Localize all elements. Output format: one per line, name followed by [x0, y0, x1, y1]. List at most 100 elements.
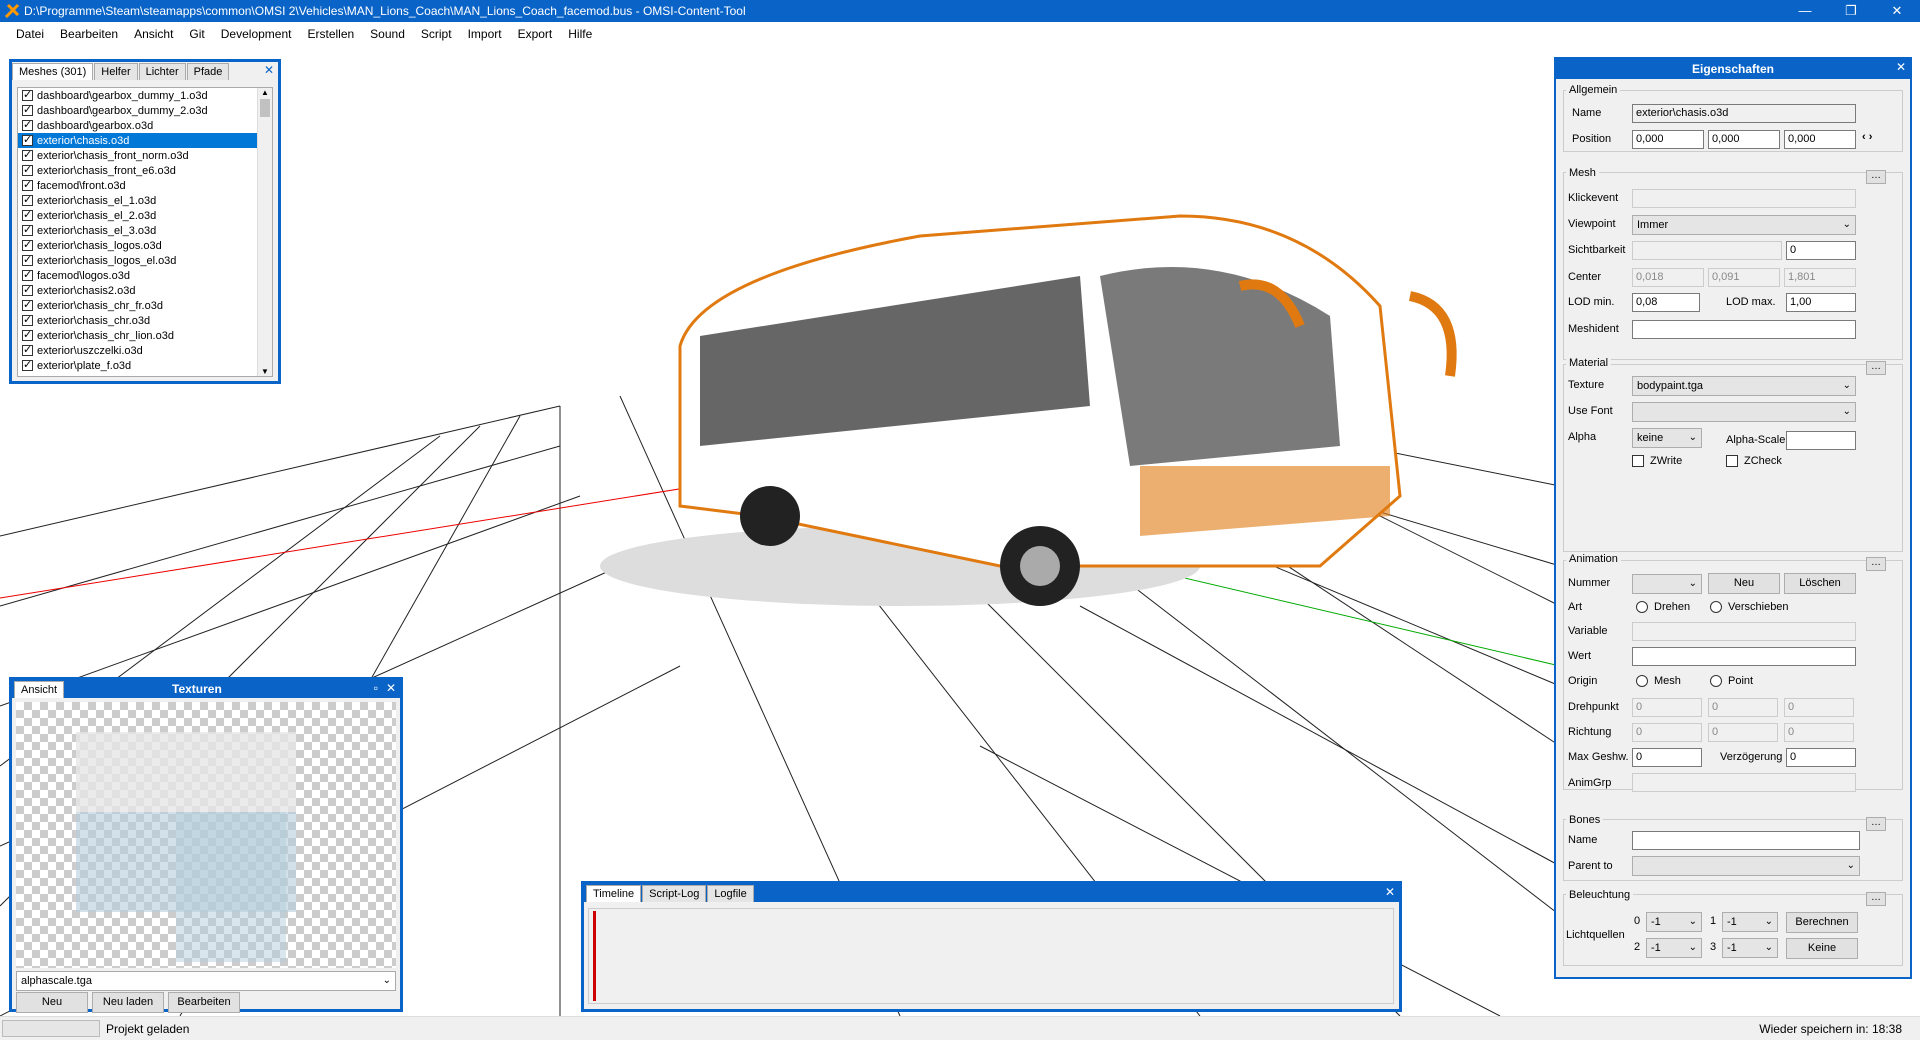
menu-bearbeiten[interactable]: Bearbeiten — [60, 27, 118, 41]
collapse-button[interactable]: … — [1866, 361, 1886, 375]
mesh-visible-checkbox[interactable] — [22, 328, 33, 341]
close-icon[interactable]: ✕ — [386, 681, 396, 695]
menu-erstellen[interactable]: Erstellen — [307, 27, 354, 41]
viewpoint-select[interactable]: Immer ⌄ — [1632, 215, 1856, 235]
close-icon[interactable]: ✕ — [264, 63, 274, 77]
klickevent-field[interactable] — [1632, 189, 1856, 208]
tab-helfer[interactable]: Helfer — [94, 62, 138, 80]
list-item[interactable]: exterior\chasis_el_1.o3d — [18, 193, 272, 208]
mesh-list[interactable]: dashboard\gearbox_dummy_1.o3d dashboard\g… — [17, 87, 273, 377]
keine-button[interactable]: Keine — [1786, 938, 1858, 959]
origin-mesh-radio[interactable] — [1636, 675, 1648, 687]
list-item[interactable]: dashboard\gearbox.o3d — [18, 118, 272, 133]
tab-timeline[interactable]: Timeline — [586, 884, 642, 902]
mesh-visible-checkbox[interactable] — [22, 133, 33, 146]
maximize-button[interactable]: ❐ — [1828, 0, 1874, 22]
menu-datei[interactable]: Datei — [16, 27, 44, 41]
mesh-visible-checkbox[interactable] — [22, 208, 33, 221]
tab-script-log[interactable]: Script-Log — [642, 884, 707, 902]
lod-min-field[interactable]: 0,08 — [1632, 293, 1700, 312]
tab-pfade[interactable]: Pfade — [186, 62, 230, 80]
bones-name-field[interactable] — [1632, 831, 1860, 850]
mesh-visible-checkbox[interactable] — [22, 178, 33, 191]
wert-field[interactable] — [1632, 647, 1856, 666]
mesh-visible-checkbox[interactable] — [22, 118, 33, 131]
sichtbarkeit-value[interactable]: 0 — [1786, 241, 1856, 260]
mesh-visible-checkbox[interactable] — [22, 283, 33, 296]
list-item[interactable]: exterior\chasis.o3d — [18, 133, 272, 148]
texture-select[interactable]: alphascale.tga ⌄ — [16, 971, 396, 991]
edit-button[interactable]: Bearbeiten — [168, 992, 240, 1013]
list-item[interactable]: exterior\chasis_front_norm.o3d — [18, 148, 272, 163]
tab-ansicht[interactable]: Ansicht — [14, 680, 65, 698]
position-y-field[interactable]: 0,000 — [1708, 130, 1780, 149]
menu-script[interactable]: Script — [421, 27, 452, 41]
list-item[interactable]: exterior\chasis_el_2.o3d — [18, 208, 272, 223]
list-item[interactable]: dashboard\gearbox_dummy_1.o3d — [18, 88, 272, 103]
name-field[interactable]: exterior\chasis.o3d — [1632, 104, 1856, 123]
position-z-field[interactable]: 0,000 — [1784, 130, 1856, 149]
mesh-visible-checkbox[interactable] — [22, 268, 33, 281]
menu-git[interactable]: Git — [189, 27, 204, 41]
mesh-visible-checkbox[interactable] — [22, 103, 33, 116]
sichtbarkeit-field[interactable] — [1632, 241, 1782, 260]
list-item[interactable]: exterior\plate_f.o3d — [18, 358, 272, 373]
tab-meshes[interactable]: Meshes (301) — [12, 62, 94, 80]
reload-button[interactable]: Neu laden — [92, 992, 164, 1013]
maxgeshw-field[interactable]: 0 — [1632, 748, 1702, 767]
alphascale-field[interactable] — [1786, 431, 1856, 450]
mesh-visible-checkbox[interactable] — [22, 238, 33, 251]
list-scrollbar[interactable]: ▲ ▼ — [257, 88, 272, 376]
menu-export[interactable]: Export — [518, 27, 553, 41]
arrow-icons[interactable]: ‹ › — [1862, 131, 1872, 143]
lod-max-field[interactable]: 1,00 — [1786, 293, 1856, 312]
menu-development[interactable]: Development — [221, 27, 292, 41]
list-item[interactable]: dashboard\gearbox_dummy_2.o3d — [18, 103, 272, 118]
light-2-select[interactable]: -1 ⌄ — [1646, 938, 1702, 958]
zwrite-checkbox[interactable] — [1632, 455, 1644, 467]
menu-import[interactable]: Import — [468, 27, 502, 41]
origin-point-radio[interactable] — [1710, 675, 1722, 687]
collapse-button[interactable]: … — [1866, 892, 1886, 906]
mesh-visible-checkbox[interactable] — [22, 163, 33, 176]
menu-ansicht[interactable]: Ansicht — [134, 27, 173, 41]
variable-field[interactable] — [1632, 622, 1856, 641]
berechnen-button[interactable]: Berechnen — [1786, 912, 1858, 933]
collapse-button[interactable]: … — [1866, 557, 1886, 571]
mesh-visible-checkbox[interactable] — [22, 298, 33, 311]
light-1-select[interactable]: -1 ⌄ — [1722, 912, 1778, 932]
mesh-visible-checkbox[interactable] — [22, 343, 33, 356]
timeline-area[interactable] — [588, 908, 1394, 1004]
animation-new-button[interactable]: Neu — [1708, 573, 1780, 594]
collapse-button[interactable]: … — [1866, 170, 1886, 184]
animation-delete-button[interactable]: Löschen — [1784, 573, 1856, 594]
collapse-button[interactable]: … — [1866, 817, 1886, 831]
verschieben-radio[interactable] — [1710, 601, 1722, 613]
list-item[interactable]: exterior\chasis2.o3d — [18, 283, 272, 298]
usefont-select[interactable]: ⌄ — [1632, 402, 1856, 422]
list-item[interactable]: exterior\chasis_chr.o3d — [18, 313, 272, 328]
mesh-visible-checkbox[interactable] — [22, 313, 33, 326]
list-item[interactable]: exterior\chasis_logos.o3d — [18, 238, 272, 253]
texture-select[interactable]: bodypaint.tga ⌄ — [1632, 376, 1856, 396]
mesh-visible-checkbox[interactable] — [22, 358, 33, 371]
mesh-visible-checkbox[interactable] — [22, 88, 33, 101]
light-0-select[interactable]: -1 ⌄ — [1646, 912, 1702, 932]
verzoegerung-field[interactable]: 0 — [1786, 748, 1856, 767]
mesh-visible-checkbox[interactable] — [22, 148, 33, 161]
zcheck-checkbox[interactable] — [1726, 455, 1738, 467]
list-item[interactable]: exterior\uszczelki.o3d — [18, 343, 272, 358]
list-item[interactable]: exterior\chasis_chr_lion.o3d — [18, 328, 272, 343]
list-item[interactable]: facemod\front.o3d — [18, 178, 272, 193]
animgrp-field[interactable] — [1632, 773, 1856, 792]
alpha-select[interactable]: keine ⌄ — [1632, 428, 1702, 448]
mesh-visible-checkbox[interactable] — [22, 223, 33, 236]
list-item[interactable]: exterior\chasis_el_3.o3d — [18, 223, 272, 238]
minimize-button[interactable]: — — [1782, 0, 1828, 22]
new-button[interactable]: Neu — [16, 992, 88, 1013]
menu-hilfe[interactable]: Hilfe — [568, 27, 592, 41]
list-item[interactable]: exterior\chasis_chr_fr.o3d — [18, 298, 272, 313]
mesh-visible-checkbox[interactable] — [22, 193, 33, 206]
nummer-select[interactable]: ⌄ — [1632, 574, 1702, 594]
list-item[interactable]: facemod\logos.o3d — [18, 268, 272, 283]
